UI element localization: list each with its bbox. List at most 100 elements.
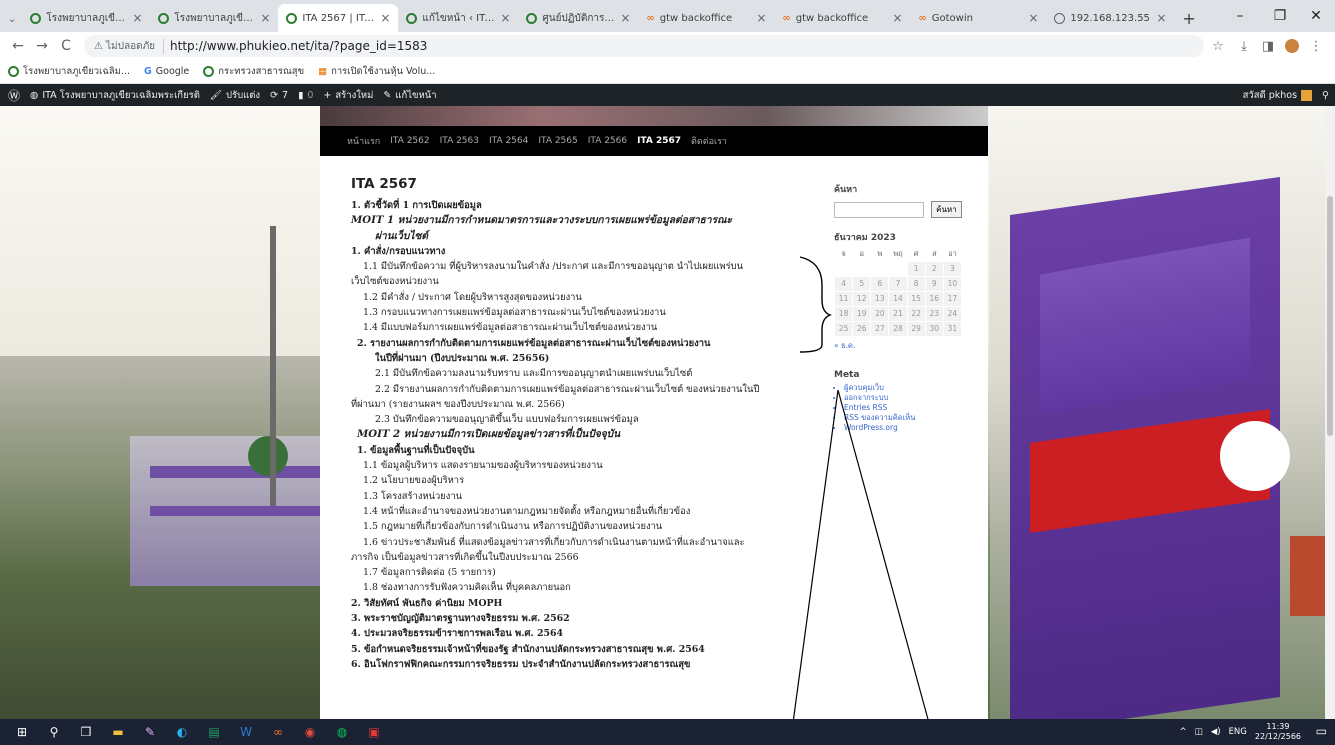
tab-close-icon[interactable]: × <box>756 11 766 25</box>
calendar-week: 11 12 13 14 15 16 17 <box>833 290 963 307</box>
close-window-button[interactable]: ✕ <box>1293 0 1335 32</box>
tab-close-icon[interactable]: × <box>1028 11 1038 25</box>
download-icon[interactable]: ⤓ <box>1232 32 1256 60</box>
meta-link[interactable]: ผู้ควบคุมเว็บ <box>844 383 964 393</box>
wp-user-menu[interactable]: สวัสดี pkhos ⚲ <box>1243 88 1329 103</box>
previous-month-link[interactable]: « ธ.ค. <box>834 340 964 352</box>
tab-3[interactable]: ITA 2567 | ITA โรงพยาบ × <box>278 4 399 32</box>
meta-link[interactable]: ออกจากระบบ <box>844 393 964 403</box>
calendar-widget: ธันวาคม 2023 จอพพฤศสอา 1 2 3 4 5 6 7 8 9 10 11 12 13… <box>833 230 964 352</box>
notification-icon[interactable]: ▭ <box>1316 724 1327 738</box>
paint-icon[interactable]: ✎ <box>138 720 162 744</box>
scrollbar-thumb[interactable] <box>1327 196 1333 436</box>
file-explorer-icon[interactable]: ▬ <box>106 720 130 744</box>
security-indicator[interactable]: ⚠ ไม่ปลอดภัย <box>94 38 165 54</box>
bookmark-item[interactable]: ▦ การเปิดใช้งานหุ้น Volu... <box>318 64 435 79</box>
calendar-day: 22 <box>906 305 926 322</box>
url-text[interactable]: http://www.phukieo.net/ita/?page_id=1583 <box>170 39 427 53</box>
bookmark-star-icon[interactable]: ☆ <box>1206 32 1230 60</box>
url-bar[interactable]: ⚠ ไม่ปลอดภัย http://www.phukieo.net/ita/… <box>84 35 1204 57</box>
gtw-logo-icon: ∞ <box>646 12 655 24</box>
bookmark-label: Google <box>155 66 190 77</box>
bookmark-item[interactable]: G Google <box>144 66 189 77</box>
tab-7[interactable]: ∞ gtw backoffice × <box>774 4 910 32</box>
nav-item[interactable]: ITA 2567 <box>637 136 681 146</box>
chrome-icon[interactable]: ◉ <box>298 720 322 744</box>
nav-item[interactable]: ITA 2565 <box>538 136 577 146</box>
tab-close-icon[interactable]: × <box>892 11 902 25</box>
tab-close-icon[interactable]: × <box>260 11 270 25</box>
nav-item[interactable]: ITA 2564 <box>489 136 528 146</box>
content-line: 5. ข้อกำหนดจริยธรรมเจ้าหน้าที่ของรัฐ สำน… <box>351 643 705 655</box>
tab-8[interactable]: ∞ Gotowin × <box>910 4 1046 32</box>
tab-4[interactable]: แก้ไขหน้า ‹ ITA โรงพยาบ × <box>398 4 518 32</box>
profile-avatar[interactable] <box>1280 32 1304 60</box>
tab-2[interactable]: โรงพยาบาลภูเขียวเฉลิม × <box>150 4 278 32</box>
wp-customize-link[interactable]: 🖌 ปรับแต่ง <box>210 88 260 103</box>
hospital-favicon-icon <box>158 12 170 24</box>
tab-title: โรงพยาบาลภูเขียวเฉลิม <box>46 12 127 24</box>
nav-item[interactable]: ITA 2566 <box>588 136 627 146</box>
weekday-label: ส <box>931 248 937 258</box>
line-icon[interactable]: ◍ <box>330 720 354 744</box>
excel-icon[interactable]: ▤ <box>202 720 226 744</box>
nav-item[interactable]: ITA 2562 <box>390 136 429 146</box>
word-icon[interactable]: W <box>234 720 258 744</box>
tab-close-icon[interactable]: × <box>500 11 510 25</box>
back-arrow-icon[interactable]: ← <box>6 38 30 54</box>
search-icon[interactable]: ⚲ <box>1322 90 1329 101</box>
calendar-week: 4 5 6 7 8 9 10 <box>833 275 963 292</box>
bookmark-item[interactable]: กระทรวงสาธารณสุข <box>203 64 304 79</box>
sidepanel-icon[interactable]: ◨ <box>1256 32 1280 60</box>
tab-6[interactable]: ∞ gtw backoffice × <box>638 4 774 32</box>
wp-comments-link[interactable]: ▮ 0 <box>298 90 313 101</box>
bookmark-label: การเปิดใช้งานหุ้น Volu... <box>331 66 436 77</box>
search-input[interactable] <box>834 201 924 218</box>
wp-new-link[interactable]: + สร้างใหม่ <box>323 88 373 103</box>
browser-menu-icon[interactable]: ⋮ <box>1304 32 1328 60</box>
grid-icon: ▦ <box>318 66 328 77</box>
page-scrollbar[interactable] <box>1325 106 1335 719</box>
meta-link[interactable]: WordPress.org <box>844 423 964 433</box>
tab-title: gtw backoffice <box>795 12 869 24</box>
content-line: ผ่านเว็บไซต์ <box>375 229 428 242</box>
tab-1[interactable]: โรงพยาบาลภูเขียวเฉลิม × <box>22 4 150 32</box>
calendar-day: 8 <box>906 275 926 292</box>
language-indicator[interactable]: ENG <box>1229 727 1247 737</box>
edge-icon[interactable]: ◐ <box>170 720 194 744</box>
tab-search-icon[interactable]: ⌄ <box>8 14 16 25</box>
task-view-icon[interactable]: ❒ <box>74 720 98 744</box>
new-tab-button[interactable]: + <box>1174 4 1203 32</box>
search-button[interactable]: ค้นหา <box>931 201 962 218</box>
network-icon[interactable]: ◫ <box>1195 727 1203 737</box>
tab-close-icon[interactable]: × <box>620 11 630 25</box>
nav-item[interactable]: ติดต่อเรา <box>691 134 727 148</box>
clock[interactable]: 11:39 22/12/2566 <box>1255 722 1301 742</box>
nav-item[interactable]: ITA 2563 <box>440 136 479 146</box>
tab-close-icon[interactable]: × <box>132 11 142 25</box>
tab-9[interactable]: 192.168.123.55 × <box>1046 4 1174 32</box>
tab-close-icon[interactable]: × <box>1156 11 1166 25</box>
meta-link[interactable]: Entries RSS <box>844 403 964 413</box>
volume-icon[interactable]: ◀) <box>1211 727 1221 737</box>
windows-start-icon[interactable]: ⊞ <box>10 720 34 744</box>
reload-icon[interactable]: C <box>54 38 78 54</box>
content-line: 1. ตัวชี้วัดที่ 1 การเปิดเผยข้อมูล <box>351 200 482 211</box>
wp-updates-link[interactable]: ⟳ 7 <box>270 90 288 101</box>
gtw-app-icon[interactable]: ∞ <box>266 720 290 744</box>
forward-arrow-icon[interactable]: → <box>30 38 54 54</box>
wp-edit-link[interactable]: ✎ แก้ไขหน้า <box>383 88 436 103</box>
pdf-icon[interactable]: ▣ <box>362 720 386 744</box>
tab-close-icon[interactable]: × <box>380 11 390 25</box>
nav-item[interactable]: หน้าแรก <box>347 134 380 148</box>
calendar-title: ธันวาคม 2023 <box>834 233 896 243</box>
wp-site-link[interactable]: ◍ ITA โรงพยาบาลภูเขียวเฉลิมพระเกียรติ <box>30 88 200 103</box>
wordpress-logo-icon[interactable]: Ⓦ <box>8 87 20 104</box>
tab-5[interactable]: ศูนย์ปฏิบัติการต่อต้านการ × <box>518 4 638 32</box>
hospital-favicon-icon <box>30 12 42 24</box>
bookmark-item[interactable]: โรงพยาบาลภูเขียวเฉลิม... <box>8 64 130 79</box>
meta-link[interactable]: RSS ของความคิดเห็น <box>844 413 964 423</box>
calendar-weekdays: จ อ พ พฤ ศ ส อา <box>835 247 962 261</box>
tray-chevron-icon[interactable]: ^ <box>1180 727 1187 737</box>
search-icon[interactable]: ⚲ <box>42 720 66 744</box>
